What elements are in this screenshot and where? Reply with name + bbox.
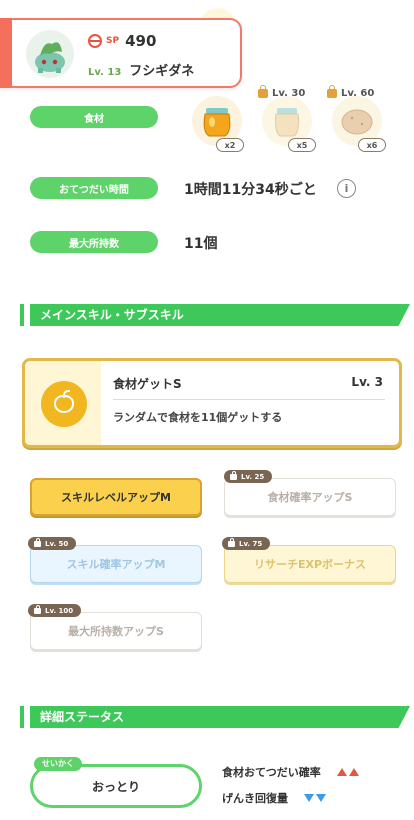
detail-section-header: 詳細ステータス	[20, 706, 410, 728]
lock-icon	[34, 537, 41, 547]
sub-skill-4-lock-level: Lv. 75	[239, 539, 263, 548]
sub-skill-3-lock-level: Lv. 50	[45, 539, 69, 548]
nature-tag: せいかく	[34, 757, 82, 771]
section-bar	[20, 706, 24, 728]
pokemon-name: フシギダネ	[129, 64, 195, 79]
main-skill-card[interactable]: 食材ゲットS Lv. 3 ランダムで食材を11個ゲットする	[22, 358, 402, 448]
ingredient-qty-1: x2	[216, 138, 244, 152]
down-arrows-icon	[302, 794, 326, 802]
effect-up-label: 食材おてつだい確率	[222, 766, 321, 779]
skills-section-title: メインスキル・サブスキル	[30, 304, 410, 326]
max-carry-value: 11個	[184, 236, 218, 252]
main-skill-name: 食材ゲットS	[113, 377, 182, 391]
header-stripe	[0, 18, 12, 88]
sub-skill-3-lock-tag: Lv. 50	[28, 537, 77, 550]
sub-skill-4-lock-tag: Lv. 75	[222, 537, 271, 550]
sp-value: 490	[125, 32, 157, 50]
sub-skill-3[interactable]: スキル確率アップM	[30, 545, 202, 583]
skill-divider	[113, 399, 385, 400]
pokemon-header-card: SP 490 Lv. 13 フシギダネ	[0, 18, 242, 88]
ingredient-qty-2: x5	[288, 138, 316, 152]
info-icon[interactable]: i	[337, 179, 356, 198]
pokeball-icon	[88, 34, 102, 48]
main-skill-description: ランダムで食材を11個ゲットする	[113, 411, 283, 424]
effect-up: 食材おてつだい確率	[222, 764, 359, 780]
help-time-value: 1時間11分34秒ごと	[184, 182, 317, 198]
lock-icon	[34, 604, 41, 614]
sub-skill-2-lock-tag: Lv. 25	[224, 470, 273, 483]
ingredients-label: 食材	[30, 106, 158, 128]
sub-skill-1[interactable]: スキルレベルアップM	[30, 478, 202, 516]
sub-skill-4[interactable]: リサーチEXPボーナス	[224, 545, 396, 583]
main-skill-level: Lv. 3	[351, 375, 383, 389]
pokemon-level: Lv. 13	[88, 67, 122, 78]
effect-down: げんき回復量	[222, 790, 326, 806]
lock-icon	[228, 537, 235, 547]
max-carry-label: 最大所持数	[30, 231, 158, 253]
apple-icon	[41, 381, 87, 427]
sub-skill-2[interactable]: 食材確率アップS	[224, 478, 396, 516]
pokemon-avatar	[26, 30, 74, 78]
sub-skill-5-lock-tag: Lv. 100	[28, 604, 82, 617]
ingredient-qty-3: x6	[358, 138, 386, 152]
detail-section-title: 詳細ステータス	[30, 706, 410, 728]
sub-skill-5[interactable]: 最大所持数アップS	[30, 612, 202, 650]
lock-icon	[230, 470, 237, 480]
name-row: Lv. 13 フシギダネ	[88, 60, 194, 79]
sub-skill-5-lock-level: Lv. 100	[45, 606, 74, 615]
main-skill-icon-area	[25, 361, 101, 445]
skills-section-header: メインスキル・サブスキル	[20, 304, 410, 326]
effect-down-label: げんき回復量	[222, 792, 288, 805]
sp-row: SP 490	[88, 32, 156, 50]
up-arrows-icon	[335, 768, 359, 776]
sp-label: SP	[106, 36, 120, 46]
help-time-label: おてつだい時間	[30, 177, 158, 199]
section-bar	[20, 304, 24, 326]
sub-skill-2-lock-level: Lv. 25	[241, 472, 265, 481]
